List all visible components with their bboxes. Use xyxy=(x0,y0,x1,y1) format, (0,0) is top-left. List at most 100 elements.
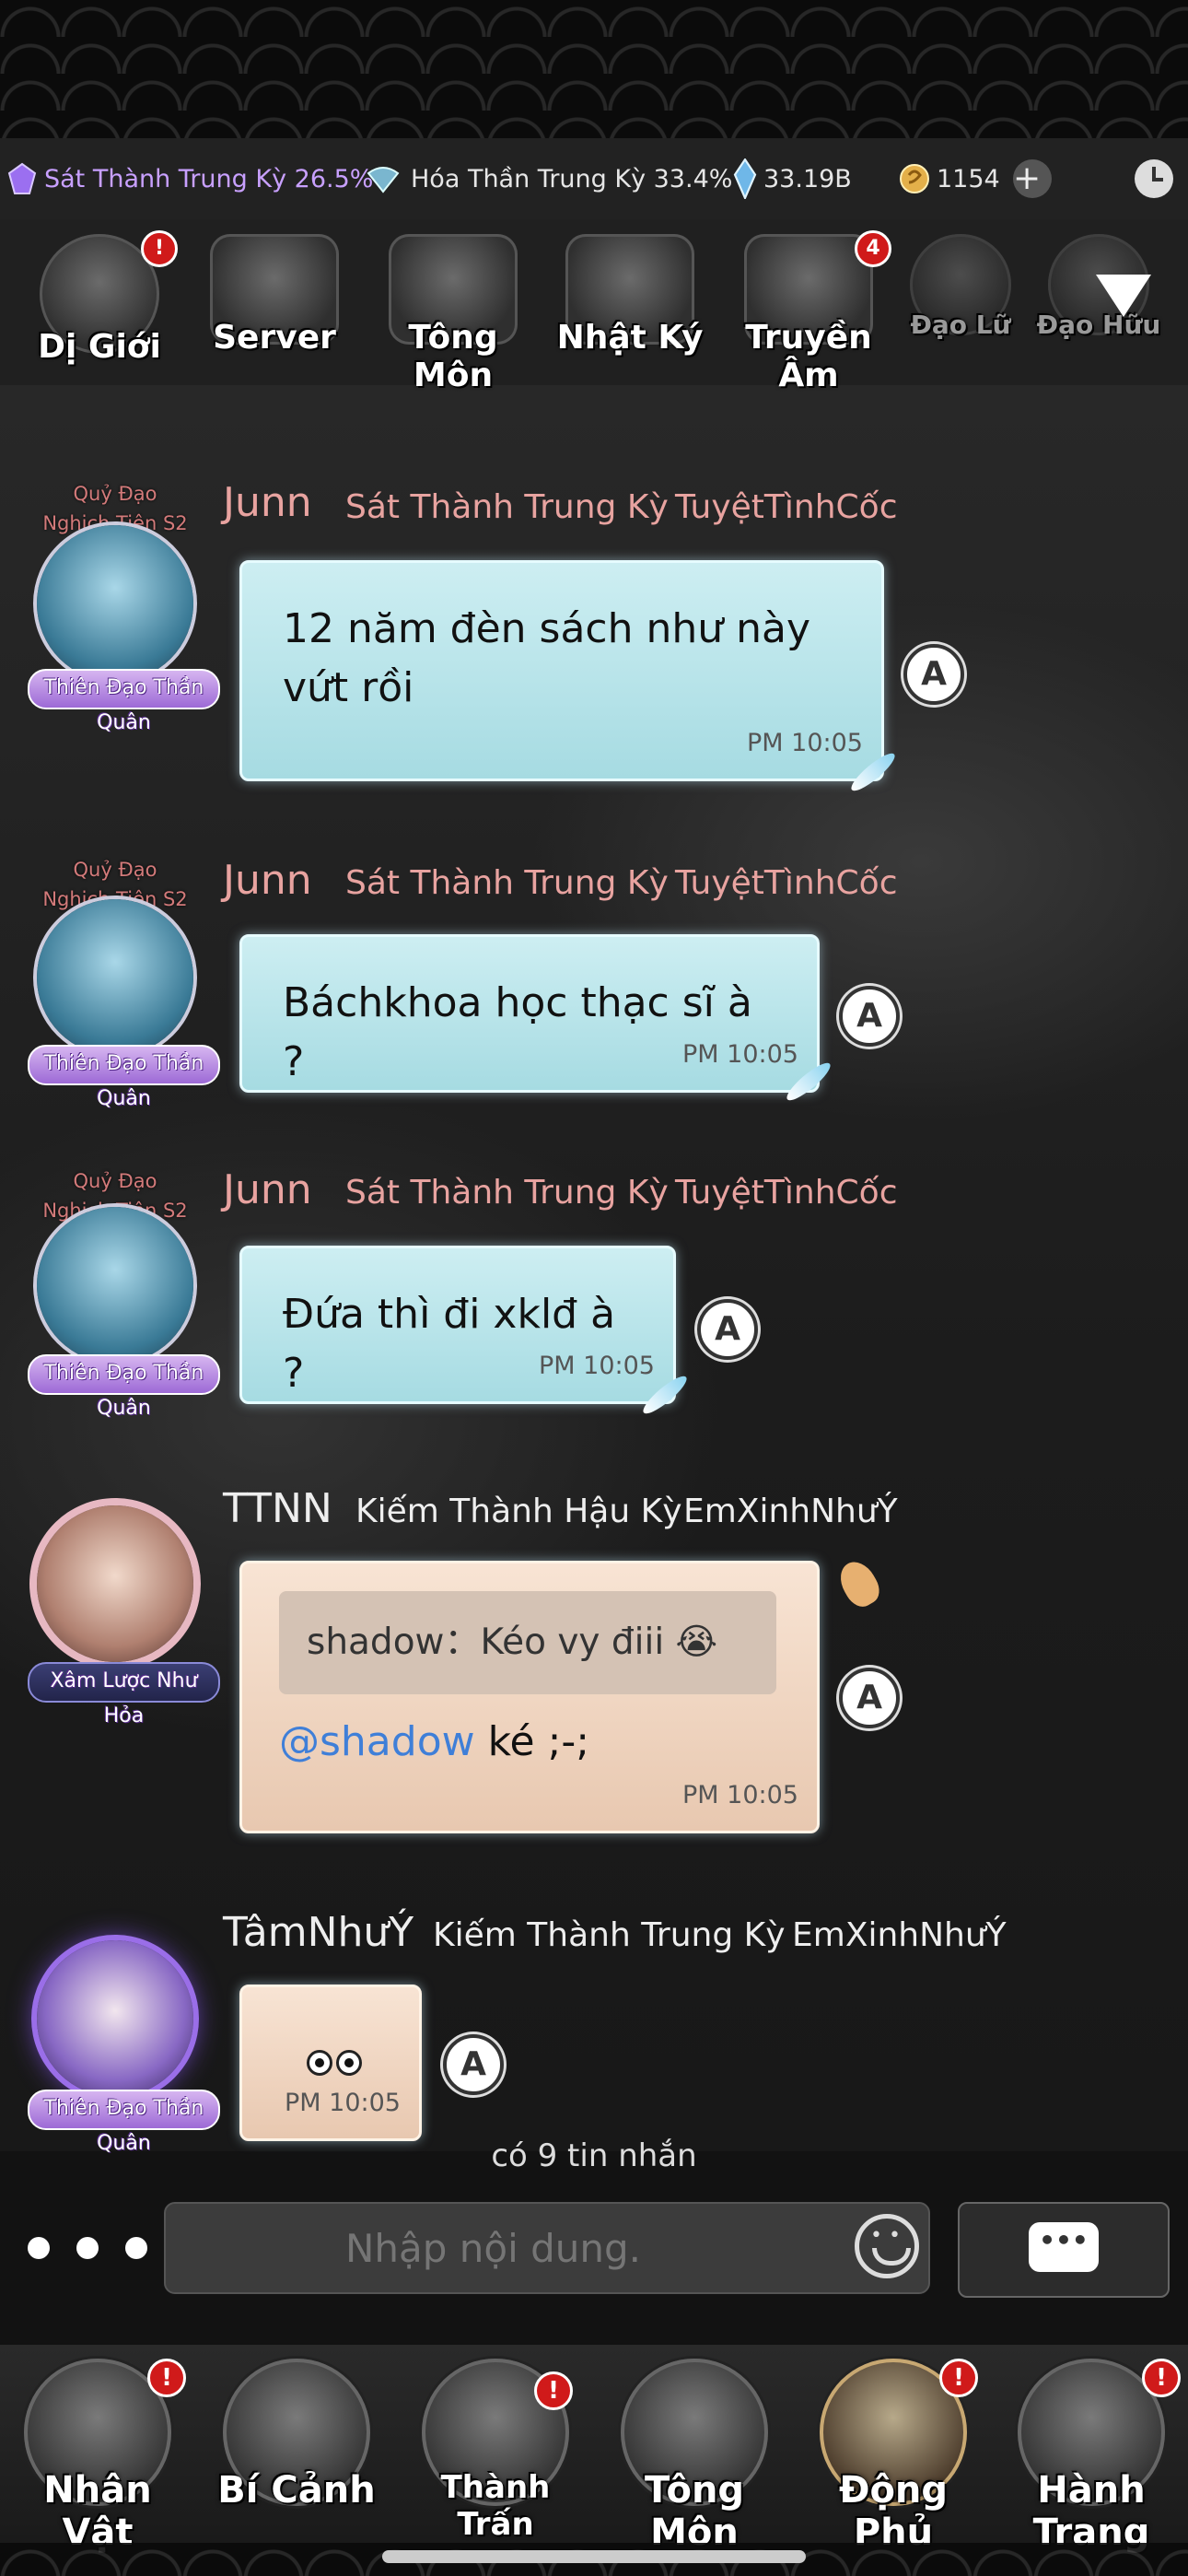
nav-label: Hành Trang xyxy=(1032,2469,1150,2554)
coin-icon xyxy=(900,164,929,193)
realm-progress-2: Hóa Thần Trung Kỳ 33.4% xyxy=(361,162,732,195)
header-pattern xyxy=(0,0,1188,138)
message-time: PM 10:05 xyxy=(682,1040,798,1069)
avatar[interactable] xyxy=(37,525,193,682)
guild-label: TuyệtTìnhCốc xyxy=(675,864,898,902)
add-currency-button[interactable]: + xyxy=(1013,159,1052,198)
more-options-button[interactable] xyxy=(28,2230,147,2266)
message-time: PM 10:05 xyxy=(747,729,863,757)
realm-progress-2-text: Hóa Thần Trung Kỳ 33.4% xyxy=(411,164,733,193)
home-indicator[interactable] xyxy=(382,2550,806,2563)
title-badge: Thiên Đạo Thần Quân xyxy=(28,669,220,734)
bottom-nav: ! Nhân Vật Bí Cảnh ! Thành Trấn Tông Môn… xyxy=(0,2345,1188,2554)
message-count-label[interactable]: có 9 tin nhắn xyxy=(0,2137,1188,2174)
reply-icon[interactable]: A xyxy=(839,1668,900,1728)
tab-label: Nhật Ký xyxy=(556,319,704,357)
message-bubble[interactable]: shadow：Kéo vy điii 😭 @shadow ké ;-; PM 1… xyxy=(239,1561,820,1833)
realm-label: Sát Thành Trung Kỳ xyxy=(345,864,669,902)
nav-nhan-vat[interactable]: ! Nhân Vật xyxy=(6,2359,190,2554)
guild-label: EmXinhNhưÝ xyxy=(683,1493,898,1530)
nav-bi-canh[interactable]: Bí Cảnh xyxy=(204,2359,389,2512)
nav-dong-phu[interactable]: ! Động Phủ xyxy=(801,2359,985,2554)
coin-currency: 1154 xyxy=(898,162,1000,195)
nav-label: Động Phủ xyxy=(838,2469,949,2554)
message-time: PM 10:05 xyxy=(682,1781,798,1809)
fan-icon xyxy=(367,167,400,193)
tab-label: Dị Giới xyxy=(38,328,161,366)
message-bubble[interactable]: PM 10:05 xyxy=(239,1985,422,2141)
send-button[interactable]: ••• xyxy=(958,2202,1170,2298)
quoted-message: shadow：Kéo vy điii 😭 xyxy=(279,1591,776,1694)
realm-progress-1: Sát Thành Trung Kỳ 26.5% xyxy=(6,162,373,195)
username[interactable]: Junn xyxy=(223,1166,312,1213)
realm-label: Kiếm Thành Trung Kỳ xyxy=(433,1916,786,1954)
dot-icon xyxy=(125,2237,147,2259)
notification-count: 4 xyxy=(855,230,891,267)
reply-icon[interactable]: A xyxy=(839,986,900,1047)
collapse-arrow-icon[interactable] xyxy=(1096,275,1151,317)
tab-server[interactable]: Server xyxy=(201,234,348,357)
message-text-line: 12 năm đèn sách như này xyxy=(283,605,811,652)
message-bubble[interactable]: Báchkhoa học thạc sĩ à ? PM 10:05 xyxy=(239,934,820,1093)
message-text-body: ké ;-; xyxy=(474,1718,590,1765)
message-time: PM 10:05 xyxy=(285,2089,401,2117)
notification-badge: ! xyxy=(141,230,178,267)
username[interactable]: TâmNhưÝ xyxy=(223,1909,413,1956)
nav-label: Nhân Vật xyxy=(43,2469,152,2554)
reply-icon[interactable]: A xyxy=(443,2034,504,2095)
tab-nhat-ky[interactable]: Nhật Ký xyxy=(556,234,704,357)
nav-label: Tông Môn xyxy=(644,2469,745,2554)
emoji-icon[interactable] xyxy=(855,2214,919,2278)
crystal-currency: 33.19B xyxy=(732,158,852,199)
avatar[interactable] xyxy=(37,1207,193,1364)
realm-label: Sát Thành Trung Kỳ xyxy=(345,1174,669,1212)
dot-icon xyxy=(76,2237,99,2259)
username[interactable]: Junn xyxy=(223,857,312,904)
message-bubble[interactable]: Đứa thì đi xklđ à ? PM 10:05 xyxy=(239,1246,676,1404)
coin-amount: 1154 xyxy=(937,164,1000,193)
message-bubble[interactable]: 12 năm đèn sách như này vứt rồi PM 10:05 xyxy=(239,560,884,781)
mention-link[interactable]: @shadow xyxy=(279,1718,475,1765)
nav-thanh-tran[interactable]: ! Thành Trấn xyxy=(403,2359,588,2543)
tab-truyen-am[interactable]: 4 Truyền Âm xyxy=(735,230,891,394)
username[interactable]: TTNN xyxy=(223,1485,332,1532)
nav-label: Thành Trấn xyxy=(440,2469,551,2543)
guild-label: TuyệtTìnhCốc xyxy=(675,488,898,526)
avatar[interactable] xyxy=(37,1505,193,1662)
tab-tong-mon[interactable]: Tông Môn xyxy=(379,234,527,394)
message-input[interactable] xyxy=(164,2202,930,2294)
nav-tong-mon[interactable]: Tông Môn xyxy=(602,2359,786,2554)
message-time: PM 10:05 xyxy=(539,1352,655,1380)
speech-bubble-icon: ••• xyxy=(1029,2222,1099,2272)
nav-label: Bí Cảnh xyxy=(217,2469,376,2512)
title-badge: Thiên Đạo Thần Quân xyxy=(28,1354,220,1420)
message-text-line: vứt rồi xyxy=(283,664,414,711)
tab-label: Tông Môn xyxy=(408,319,498,394)
message-text: @shadow ké ;-; xyxy=(279,1713,589,1772)
reply-icon[interactable]: A xyxy=(697,1299,758,1360)
title-badge: Thiên Đạo Thần Quân xyxy=(28,2090,220,2155)
tab-label: Server xyxy=(213,319,336,357)
tab-di-gioi[interactable]: ! Dị Giới xyxy=(26,230,178,366)
notification-badge: ! xyxy=(939,2359,978,2397)
realm-label: Sát Thành Trung Kỳ xyxy=(345,488,669,526)
reply-icon[interactable]: A xyxy=(903,644,964,705)
tab-label: Đạo Lữ xyxy=(910,310,1011,340)
clock-icon[interactable] xyxy=(1135,159,1173,198)
guild-label: TuyệtTìnhCốc xyxy=(675,1174,898,1212)
notification-badge: ! xyxy=(534,2371,573,2410)
dot-icon xyxy=(28,2237,50,2259)
avatar[interactable] xyxy=(37,1940,193,2097)
username[interactable]: Junn xyxy=(223,479,312,526)
realm-progress-1-text: Sát Thành Trung Kỳ 26.5% xyxy=(44,164,374,193)
purple-crystal-icon xyxy=(7,162,37,194)
tab-dao-lu[interactable]: Đạo Lữ xyxy=(891,234,1030,340)
eyes-emoji-icon xyxy=(307,2050,332,2076)
realm-label: Kiếm Thành Hậu Kỳ xyxy=(355,1493,682,1530)
title-badge: Xâm Lược Như Hỏa xyxy=(28,1662,220,1727)
crystal-amount: 33.19B xyxy=(763,164,852,193)
tab-label: Truyền Âm xyxy=(745,319,872,394)
nav-hanh-trang[interactable]: ! Hành Trang xyxy=(995,2359,1188,2554)
notification-badge: ! xyxy=(147,2359,186,2397)
avatar[interactable] xyxy=(37,899,193,1056)
